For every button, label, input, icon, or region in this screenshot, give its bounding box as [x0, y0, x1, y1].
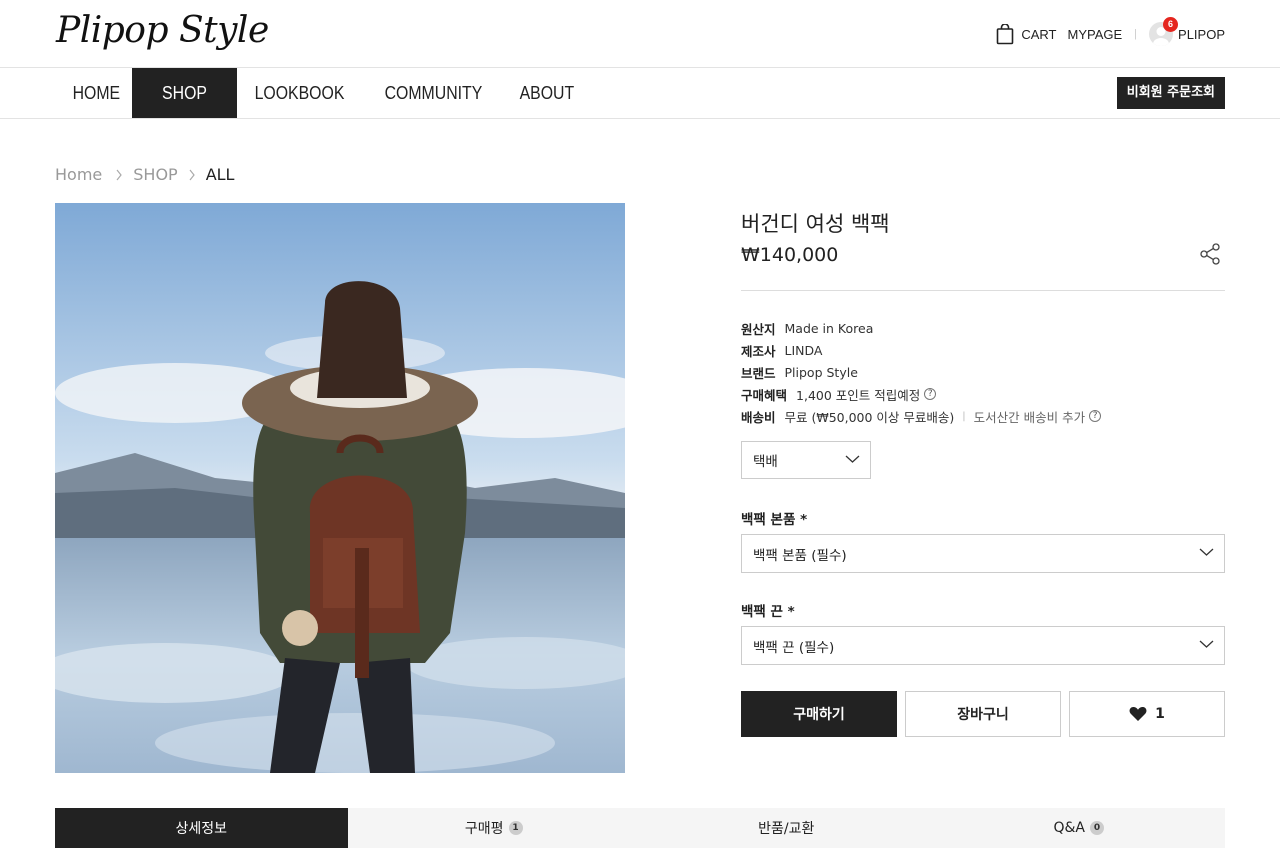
info-divider [741, 290, 1225, 291]
product-image[interactable] [55, 203, 625, 773]
breadcrumb-chevron-icon [189, 169, 195, 180]
cart-link[interactable]: CART [996, 23, 1057, 45]
option2-label: 백팩 끈 * [741, 604, 795, 620]
main-nav: HOME SHOP LOOKBOOK COMMUNITY ABOUT [55, 68, 604, 118]
product-title: 버건디 여성 백팩 [741, 212, 890, 236]
spec-key: 브랜드 [741, 365, 776, 381]
tab-label: 상세정보 [175, 821, 228, 837]
shipping-method-select[interactable]: 택배 [741, 441, 871, 479]
option1-label: 백팩 본품 * [741, 512, 808, 528]
spec-value: LINDA [784, 342, 823, 358]
utility-links: CART MYPAGE | 6 PLIPOP [996, 17, 1225, 48]
breadcrumb: Home SHOP ALL [55, 165, 234, 184]
top-header: Plipop Style CART MYPAGE | 6 PLIPOP [0, 0, 1280, 68]
spec-maker: 제조사 LINDA [741, 339, 1101, 361]
product-price: ₩140,000 [741, 244, 839, 266]
product-photo [55, 203, 625, 773]
breadcrumb-shop[interactable]: SHOP [133, 165, 177, 184]
spec-separator: | [962, 410, 966, 422]
tab-details[interactable]: 상세정보 [55, 808, 348, 848]
user-name: PLIPOP [1178, 26, 1225, 42]
cart-label: CART [1021, 26, 1057, 42]
cart-icon [997, 23, 1014, 44]
spec-value: Made in Korea [784, 320, 874, 336]
share-icon[interactable] [1199, 243, 1221, 265]
add-to-cart-button[interactable]: 장바구니 [905, 691, 1061, 737]
option1-value: 백팩 본품 (필수) [753, 547, 847, 564]
tab-label: 구매평 [464, 821, 504, 837]
tab-qna[interactable]: Q&A 0 [933, 808, 1226, 848]
review-count-badge: 1 [508, 821, 523, 835]
chevron-down-icon [845, 455, 860, 463]
qna-count-badge: 0 [1090, 821, 1104, 835]
like-count: 1 [1155, 706, 1165, 722]
buy-button[interactable]: 구매하기 [741, 691, 897, 737]
chevron-down-icon [1199, 640, 1214, 648]
spec-key: 배송비 [741, 409, 776, 425]
breadcrumb-chevron-icon [116, 169, 123, 180]
chevron-down-icon [1199, 548, 1214, 556]
heart-icon [1129, 706, 1147, 721]
spec-value: Plipop Style [784, 364, 858, 380]
nav-lookbook[interactable]: LOOKBOOK [237, 68, 362, 118]
tab-reviews[interactable]: 구매평 1 [348, 808, 641, 848]
option2-value: 백팩 끈 (필수) [753, 639, 835, 656]
spec-key: 구매혜택 [741, 387, 788, 403]
breadcrumb-home[interactable]: Home [55, 165, 102, 184]
breadcrumb-current: ALL [205, 165, 235, 184]
spec-extra: 도서산간 배송비 추가 [973, 409, 1086, 425]
guest-order-lookup-button[interactable]: 비회원 주문조회 [1116, 77, 1225, 109]
option2-select[interactable]: 백팩 끈 (필수) [741, 626, 1225, 665]
option1-select[interactable]: 백팩 본품 (필수) [741, 534, 1225, 573]
product-specs: 원산지 Made in Korea 제조사 LINDA 브랜드 Plipop S… [741, 317, 1102, 427]
notification-badge: 6 [1163, 17, 1179, 32]
spec-benefit: 구매혜택 1,400 포인트 적립예정 ? [741, 383, 1101, 405]
nav-home[interactable]: HOME [55, 68, 123, 118]
spec-value: 1,400 포인트 적립예정 [796, 387, 921, 403]
spec-origin: 원산지 Made in Korea [741, 317, 1101, 339]
spec-key: 제조사 [741, 343, 776, 359]
spec-key: 원산지 [741, 321, 776, 337]
tab-returns[interactable]: 반품/교환 [640, 808, 933, 848]
user-menu[interactable]: 6 PLIPOP [1149, 17, 1225, 46]
tab-label: 반품/교환 [758, 821, 815, 837]
like-button[interactable]: 1 [1069, 691, 1225, 737]
help-icon[interactable]: ? [1089, 410, 1102, 422]
main-navbar: HOME SHOP LOOKBOOK COMMUNITY ABOUT 비회원 주… [0, 68, 1280, 119]
site-logo[interactable]: Plipop Style [56, 10, 269, 51]
spec-shipping: 배송비 무료 (₩50,000 이상 무료배송) | 도서산간 배송비 추가 ? [741, 405, 1102, 427]
shipping-method-value: 택배 [753, 454, 778, 470]
nav-about[interactable]: ABOUT [502, 68, 592, 118]
spec-brand: 브랜드 Plipop Style [741, 361, 1101, 383]
nav-community[interactable]: COMMUNITY [367, 68, 500, 118]
tab-label: Q&A [1053, 820, 1085, 836]
help-icon[interactable]: ? [924, 388, 937, 400]
product-tabs: 상세정보 구매평 1 반품/교환 Q&A 0 [55, 808, 1225, 848]
nav-shop-label: SHOP [162, 82, 207, 103]
util-separator: | [1134, 28, 1138, 40]
mypage-link[interactable]: MYPAGE [1068, 27, 1123, 42]
spec-value: 무료 (₩50,000 이상 무료배송) [784, 409, 955, 425]
nav-shop[interactable]: SHOP [132, 68, 237, 118]
